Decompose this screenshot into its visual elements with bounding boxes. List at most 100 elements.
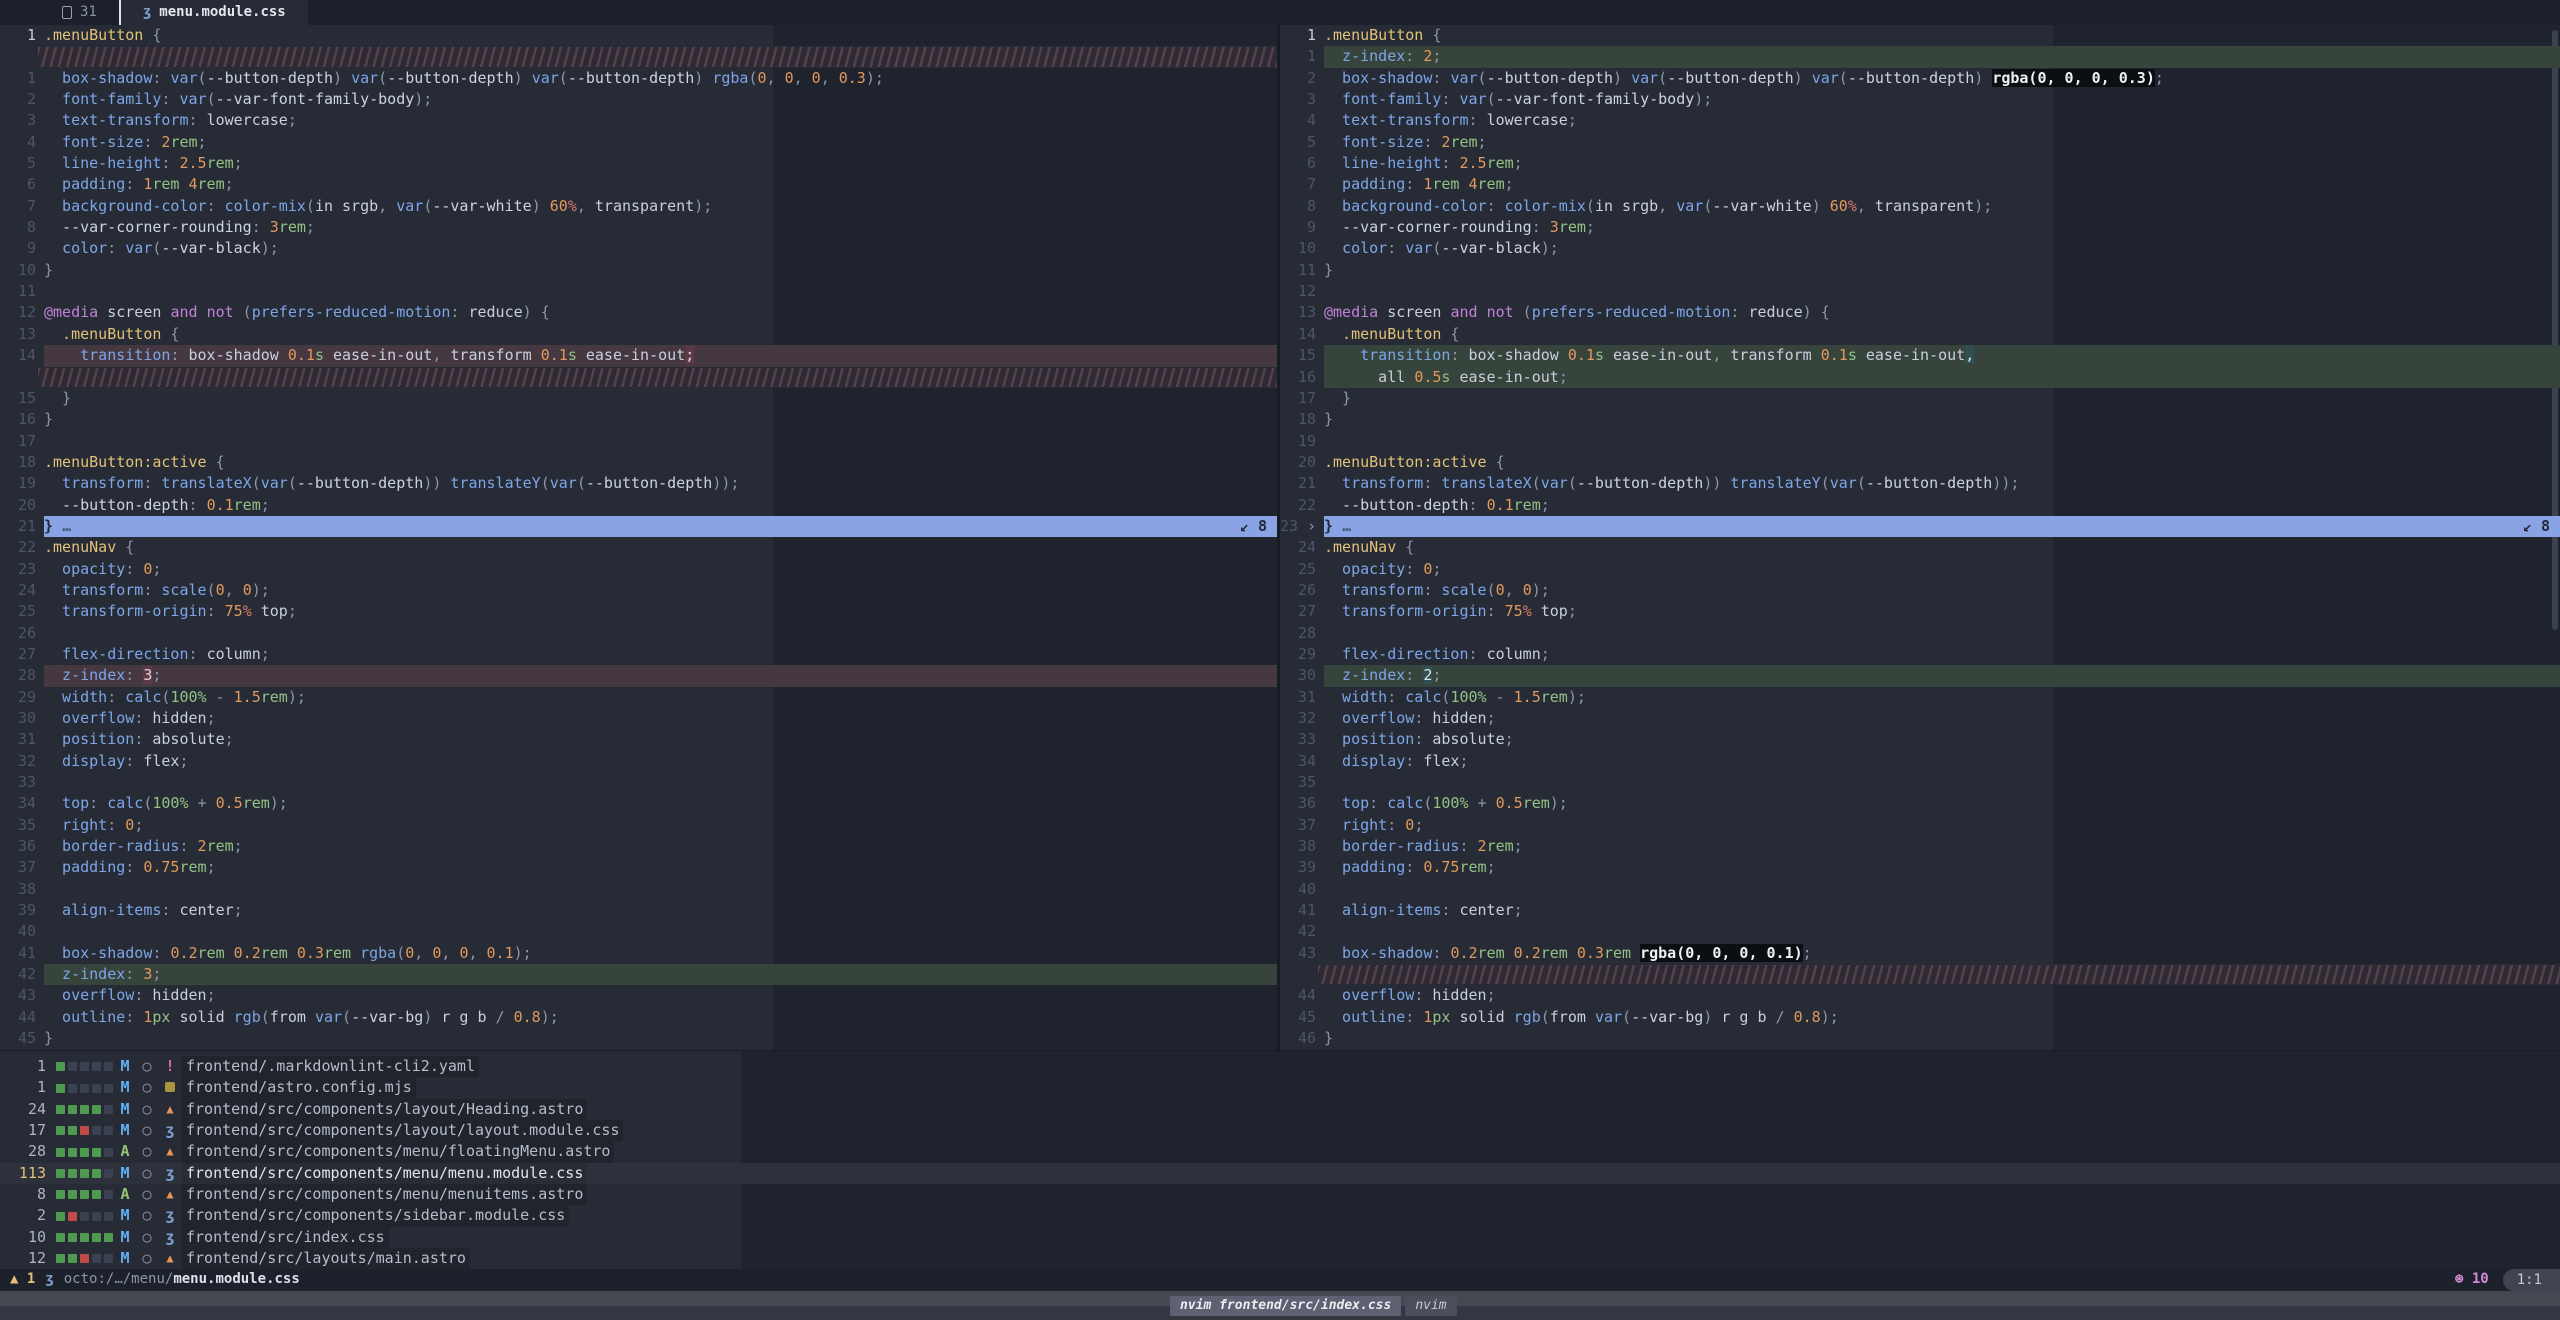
- diff-filler-line[interactable]: [0, 46, 1277, 67]
- code-line[interactable]: 40: [0, 921, 1277, 942]
- code-line[interactable]: 8 --var-corner-rounding: 3rem;: [0, 217, 1277, 238]
- diff-filler-line[interactable]: [1280, 964, 2560, 985]
- code-line[interactable]: 37 right: 0;: [1280, 815, 2560, 836]
- code-line[interactable]: 30 overflow: hidden;: [0, 708, 1277, 729]
- code-line[interactable]: 13 .menuButton {: [0, 324, 1277, 345]
- code-line[interactable]: 10}: [0, 260, 1277, 281]
- code-line[interactable]: 28: [1280, 623, 2560, 644]
- code-line[interactable]: 14 transition: box-shadow 0.1s ease-in-o…: [0, 345, 1277, 366]
- diff-pane-old[interactable]: 1.menuButton { 1 box-shadow: var(--button…: [0, 25, 1277, 1050]
- changed-file-row[interactable]: 28A○▲frontend/src/components/menu/floati…: [0, 1141, 2560, 1162]
- code-line[interactable]: 16}: [0, 409, 1277, 430]
- code-line[interactable]: 20.menuButton:active {: [1280, 452, 2560, 473]
- code-line[interactable]: 44 outline: 1px solid rgb(from var(--var…: [0, 1007, 1277, 1028]
- code-line[interactable]: 42: [1280, 921, 2560, 942]
- code-line[interactable]: 30 z-index: 2;: [1280, 665, 2560, 686]
- fold-bar[interactable]: } …↙ 8: [44, 516, 1277, 537]
- code-line[interactable]: 27 transform-origin: 75% top;: [1280, 601, 2560, 622]
- fold-bar[interactable]: } …↙ 8: [1324, 516, 2560, 537]
- code-line[interactable]: 16 all 0.5s ease-in-out;: [1280, 367, 2560, 388]
- code-line[interactable]: 22.menuNav {: [0, 537, 1277, 558]
- code-line[interactable]: 34 top: calc(100% + 0.5rem);: [0, 793, 1277, 814]
- changed-file-row[interactable]: 8A○▲frontend/src/components/menu/menuite…: [0, 1184, 2560, 1205]
- code-line[interactable]: 38: [0, 879, 1277, 900]
- code-line[interactable]: 33 position: absolute;: [1280, 729, 2560, 750]
- code-line[interactable]: 13@media screen and not (prefers-reduced…: [1280, 302, 2560, 323]
- code-line[interactable]: 21 transform: translateX(var(--button-de…: [1280, 473, 2560, 494]
- code-line[interactable]: 15 transition: box-shadow 0.1s ease-in-o…: [1280, 345, 2560, 366]
- code-line[interactable]: 24.menuNav {: [1280, 537, 2560, 558]
- code-line[interactable]: 24 transform: scale(0, 0);: [0, 580, 1277, 601]
- code-line[interactable]: 8 background-color: color-mix(in srgb, v…: [1280, 196, 2560, 217]
- code-line[interactable]: 6 line-height: 2.5rem;: [1280, 153, 2560, 174]
- code-line[interactable]: 22 --button-depth: 0.1rem;: [1280, 495, 2560, 516]
- changed-file-row[interactable]: 24M○▲frontend/src/components/layout/Head…: [0, 1099, 2560, 1120]
- code-line[interactable]: 38 border-radius: 2rem;: [1280, 836, 2560, 857]
- code-line[interactable]: 39 padding: 0.75rem;: [1280, 857, 2560, 878]
- code-line[interactable]: 7 background-color: color-mix(in srgb, v…: [0, 196, 1277, 217]
- folded-line[interactable]: 21} …↙ 8: [0, 516, 1277, 537]
- code-line[interactable]: 9 color: var(--var-black);: [0, 238, 1277, 259]
- code-line[interactable]: 17: [0, 431, 1277, 452]
- code-line[interactable]: 32 display: flex;: [0, 751, 1277, 772]
- changed-file-row[interactable]: 10M○ʒfrontend/src/index.css: [0, 1227, 2560, 1248]
- code-line[interactable]: 31 position: absolute;: [0, 729, 1277, 750]
- code-line[interactable]: 33: [0, 772, 1277, 793]
- code-line[interactable]: 40: [1280, 879, 2560, 900]
- code-line[interactable]: 43 box-shadow: 0.2rem 0.2rem 0.3rem rgba…: [1280, 943, 2560, 964]
- changed-file-row[interactable]: 17M○ʒfrontend/src/components/layout/layo…: [0, 1120, 2560, 1141]
- code-line[interactable]: 10 color: var(--var-black);: [1280, 238, 2560, 259]
- code-line[interactable]: 2 box-shadow: var(--button-depth) var(--…: [1280, 68, 2560, 89]
- changed-file-row[interactable]: 1M○frontend/astro.config.mjs: [0, 1077, 2560, 1098]
- code-line[interactable]: 1 box-shadow: var(--button-depth) var(--…: [0, 68, 1277, 89]
- code-line[interactable]: 43 overflow: hidden;: [0, 985, 1277, 1006]
- code-line[interactable]: 44 overflow: hidden;: [1280, 985, 2560, 1006]
- folded-line[interactable]: 23 ›} …↙ 8: [1280, 516, 2560, 537]
- code-line[interactable]: 5 font-size: 2rem;: [1280, 132, 2560, 153]
- tab-buffer-31[interactable]: 31: [40, 0, 119, 25]
- code-line[interactable]: 2 font-family: var(--var-font-family-bod…: [0, 89, 1277, 110]
- code-line[interactable]: 4 text-transform: lowercase;: [1280, 110, 2560, 131]
- code-line[interactable]: 35 right: 0;: [0, 815, 1277, 836]
- code-line[interactable]: 6 padding: 1rem 4rem;: [0, 174, 1277, 195]
- code-line[interactable]: 25 opacity: 0;: [1280, 559, 2560, 580]
- code-line[interactable]: 11}: [1280, 260, 2560, 281]
- tmux-window-active[interactable]: nvim frontend/src/index.css: [1170, 1296, 1401, 1316]
- code-line[interactable]: 36 top: calc(100% + 0.5rem);: [1280, 793, 2560, 814]
- code-line[interactable]: 31 width: calc(100% - 1.5rem);: [1280, 687, 2560, 708]
- code-line[interactable]: 4 font-size: 2rem;: [0, 132, 1277, 153]
- changed-file-row[interactable]: 12M○▲frontend/src/layouts/main.astro: [0, 1248, 2560, 1269]
- code-line[interactable]: 35: [1280, 772, 2560, 793]
- changed-file-row[interactable]: 1M○!frontend/.markdownlint-cli2.yaml: [0, 1056, 2560, 1077]
- code-line[interactable]: 37 padding: 0.75rem;: [0, 857, 1277, 878]
- code-line[interactable]: 9 --var-corner-rounding: 3rem;: [1280, 217, 2560, 238]
- code-line[interactable]: 18.menuButton:active {: [0, 452, 1277, 473]
- tmux-window-idle[interactable]: nvim: [1405, 1296, 1456, 1316]
- code-line[interactable]: 26: [0, 623, 1277, 644]
- changed-file-row[interactable]: 2M○ʒfrontend/src/components/sidebar.modu…: [0, 1205, 2560, 1226]
- code-line[interactable]: 12@media screen and not (prefers-reduced…: [0, 302, 1277, 323]
- code-line[interactable]: 39 align-items: center;: [0, 900, 1277, 921]
- code-line[interactable]: 29 width: calc(100% - 1.5rem);: [0, 687, 1277, 708]
- code-line[interactable]: 45 outline: 1px solid rgb(from var(--var…: [1280, 1007, 2560, 1028]
- code-line[interactable]: 27 flex-direction: column;: [0, 644, 1277, 665]
- code-line[interactable]: 7 padding: 1rem 4rem;: [1280, 174, 2560, 195]
- code-line[interactable]: 19: [1280, 431, 2560, 452]
- fold-chevron-icon[interactable]: ›: [1307, 517, 1316, 535]
- code-line[interactable]: 20 --button-depth: 0.1rem;: [0, 495, 1277, 516]
- code-line[interactable]: 34 display: flex;: [1280, 751, 2560, 772]
- code-line[interactable]: 29 flex-direction: column;: [1280, 644, 2560, 665]
- code-line[interactable]: 32 overflow: hidden;: [1280, 708, 2560, 729]
- diff-pane-new[interactable]: 1.menuButton {1 z-index: 2;2 box-shadow:…: [1280, 25, 2560, 1050]
- code-line[interactable]: 46}: [1280, 1028, 2560, 1049]
- code-line[interactable]: 11: [0, 281, 1277, 302]
- code-line[interactable]: 1.menuButton {: [0, 25, 1277, 46]
- code-line[interactable]: 3 text-transform: lowercase;: [0, 110, 1277, 131]
- code-line[interactable]: 42 z-index: 3;: [0, 964, 1277, 985]
- code-line[interactable]: 25 transform-origin: 75% top;: [0, 601, 1277, 622]
- changed-files-panel[interactable]: 1M○!frontend/.markdownlint-cli2.yaml1M○f…: [0, 1050, 2560, 1269]
- code-line[interactable]: 3 font-family: var(--var-font-family-bod…: [1280, 89, 2560, 110]
- code-line[interactable]: 19 transform: translateX(var(--button-de…: [0, 473, 1277, 494]
- code-line[interactable]: 36 border-radius: 2rem;: [0, 836, 1277, 857]
- code-line[interactable]: 1.menuButton {: [1280, 25, 2560, 46]
